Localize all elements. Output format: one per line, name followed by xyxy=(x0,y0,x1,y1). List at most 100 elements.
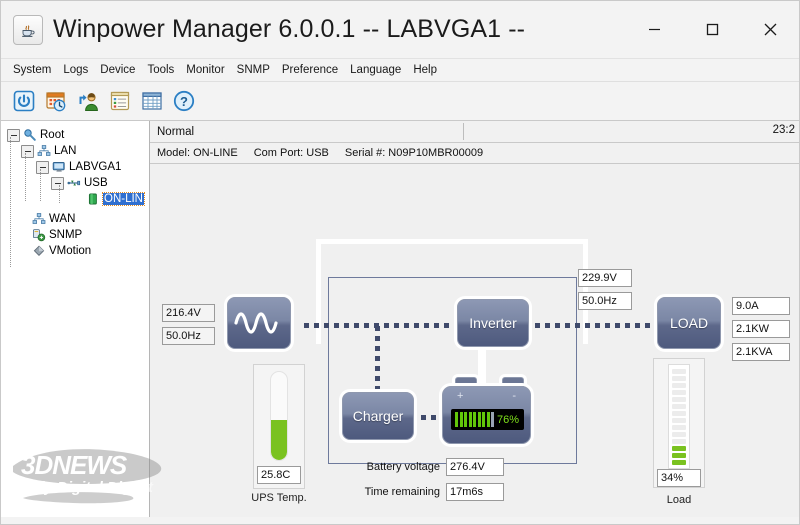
winpower-manager-window: Winpower Manager 6.0.0.1 -- LABVGA1 -- S… xyxy=(0,0,800,525)
snmp-icon xyxy=(32,228,46,242)
menu-preference[interactable]: Preference xyxy=(276,62,344,78)
power-icon[interactable] xyxy=(11,88,37,114)
flow-line-to-charger xyxy=(375,326,380,399)
tree-guide-line xyxy=(59,185,60,203)
maximize-button[interactable] xyxy=(683,1,741,58)
collapse-toggle-icon[interactable] xyxy=(51,177,64,190)
load-percent-field: 34% xyxy=(657,469,701,487)
main-content: Root LAN xyxy=(1,121,799,517)
load-segment xyxy=(672,418,686,423)
menu-monitor[interactable]: Monitor xyxy=(180,62,230,78)
window-title: Winpower Manager 6.0.0.1 -- LABVGA1 -- xyxy=(53,15,525,44)
status-divider xyxy=(463,123,464,140)
time-remaining-field: 17m6s xyxy=(446,483,504,501)
load-gauge-caption: Load xyxy=(646,494,712,506)
tree-guide-line xyxy=(25,153,26,201)
tree-guide-line xyxy=(40,169,41,201)
menu-language[interactable]: Language xyxy=(344,62,407,78)
java-coffee-cup-icon xyxy=(13,15,43,45)
ups-device-icon xyxy=(86,192,100,206)
inverter-block[interactable]: Inverter xyxy=(457,299,529,347)
time-remaining-label: Time remaining xyxy=(340,486,440,498)
battery-voltage-label: Battery voltage xyxy=(340,461,440,473)
load-block[interactable]: LOAD xyxy=(657,297,721,349)
ups-temp-caption: UPS Temp. xyxy=(245,492,313,504)
load-segment xyxy=(672,397,686,402)
window-controls xyxy=(625,1,799,58)
menu-snmp[interactable]: SNMP xyxy=(231,62,276,78)
tree-node-vmotion[interactable]: VMotion xyxy=(5,243,149,259)
usb-icon xyxy=(67,176,81,190)
tree-label-lan: LAN xyxy=(54,145,76,157)
lan-icon xyxy=(37,144,51,158)
status-time: 23:2 xyxy=(773,124,795,136)
input-frequency-field: 50.0Hz xyxy=(162,327,215,345)
vmotion-icon xyxy=(32,244,46,258)
tree-node-labvga1[interactable]: LABVGA1 xyxy=(5,159,149,175)
battery-minus-label: - xyxy=(512,390,516,402)
inverter-label: Inverter xyxy=(469,315,516,331)
network-root-icon xyxy=(23,128,37,142)
load-segment xyxy=(672,383,686,388)
load-segment xyxy=(672,404,686,409)
output-current-field: 9.0A xyxy=(732,297,790,315)
link-inverter-to-battery xyxy=(478,349,486,386)
menu-system[interactable]: System xyxy=(7,62,57,78)
status-bar: Normal 23:2 xyxy=(150,121,799,143)
user-login-icon[interactable] xyxy=(75,88,101,114)
device-model: Model: ON-LINE xyxy=(157,147,238,159)
battery-voltage-field: 276.4V xyxy=(446,458,504,476)
ac-sine-wave-icon xyxy=(227,297,291,349)
collapse-toggle-icon[interactable] xyxy=(21,145,34,158)
tree-label-labvga1: LABVGA1 xyxy=(69,161,121,173)
tree-node-lan[interactable]: LAN xyxy=(5,143,149,159)
help-question-icon[interactable]: ? xyxy=(171,88,197,114)
device-tree-sidebar: Root LAN xyxy=(1,121,150,517)
computer-icon xyxy=(52,160,66,174)
load-segment xyxy=(672,376,686,381)
menu-logs[interactable]: Logs xyxy=(57,62,94,78)
load-segment xyxy=(672,390,686,395)
battery-plus-label: + xyxy=(457,390,463,402)
tree-label-wan: WAN xyxy=(49,213,75,225)
load-segment xyxy=(672,411,686,416)
svg-text:?: ? xyxy=(180,94,188,109)
charger-block[interactable]: Charger xyxy=(342,392,414,440)
tree-label-usb: USB xyxy=(84,177,108,189)
tree-node-wan[interactable]: WAN xyxy=(5,211,149,227)
close-button[interactable] xyxy=(741,1,799,58)
load-segment xyxy=(672,446,686,451)
event-list-icon[interactable] xyxy=(107,88,133,114)
device-info-bar: Model: ON-LINE Com Port: USB Serial #: N… xyxy=(150,143,799,164)
collapse-toggle-icon[interactable] xyxy=(7,129,20,142)
menu-tools[interactable]: Tools xyxy=(141,62,180,78)
tree-label-vmotion: VMotion xyxy=(49,245,91,257)
device-serial: Serial #: N09P10MBR00009 xyxy=(345,147,483,159)
ups-temp-fill xyxy=(271,420,287,460)
monitor-pane: Normal 23:2 Model: ON-LINE Com Port: USB… xyxy=(150,121,799,517)
input-voltage-field: 216.4V xyxy=(162,304,215,322)
output-power-kva-field: 2.1KVA xyxy=(732,343,790,361)
battery-block[interactable]: + - 76% xyxy=(442,386,531,444)
load-gauge-bars xyxy=(668,364,690,469)
data-table-icon[interactable] xyxy=(139,88,165,114)
menu-bar: System Logs Device Tools Monitor SNMP Pr… xyxy=(1,59,799,82)
load-segment xyxy=(672,453,686,458)
tree-label-online-selected: ON-LIN xyxy=(103,193,144,205)
menu-help[interactable]: Help xyxy=(407,62,443,78)
tree-node-online[interactable]: ON-LIN xyxy=(5,191,149,207)
toolbar: ? xyxy=(1,82,799,121)
flow-line-input-to-inverter xyxy=(304,323,462,328)
tree-node-usb[interactable]: USB xyxy=(5,175,149,191)
device-tree: Root LAN xyxy=(1,121,149,259)
flow-line-charger-to-battery xyxy=(411,415,445,420)
tree-node-snmp[interactable]: SNMP xyxy=(5,227,149,243)
minimize-button[interactable] xyxy=(625,1,683,58)
menu-device[interactable]: Device xyxy=(94,62,141,78)
schedule-calendar-icon[interactable] xyxy=(43,88,69,114)
load-segment xyxy=(672,369,686,374)
ups-temp-thermometer xyxy=(270,371,288,461)
tree-node-root[interactable]: Root xyxy=(5,127,149,143)
collapse-toggle-icon[interactable] xyxy=(36,161,49,174)
output-power-kw-field: 2.1KW xyxy=(732,320,790,338)
